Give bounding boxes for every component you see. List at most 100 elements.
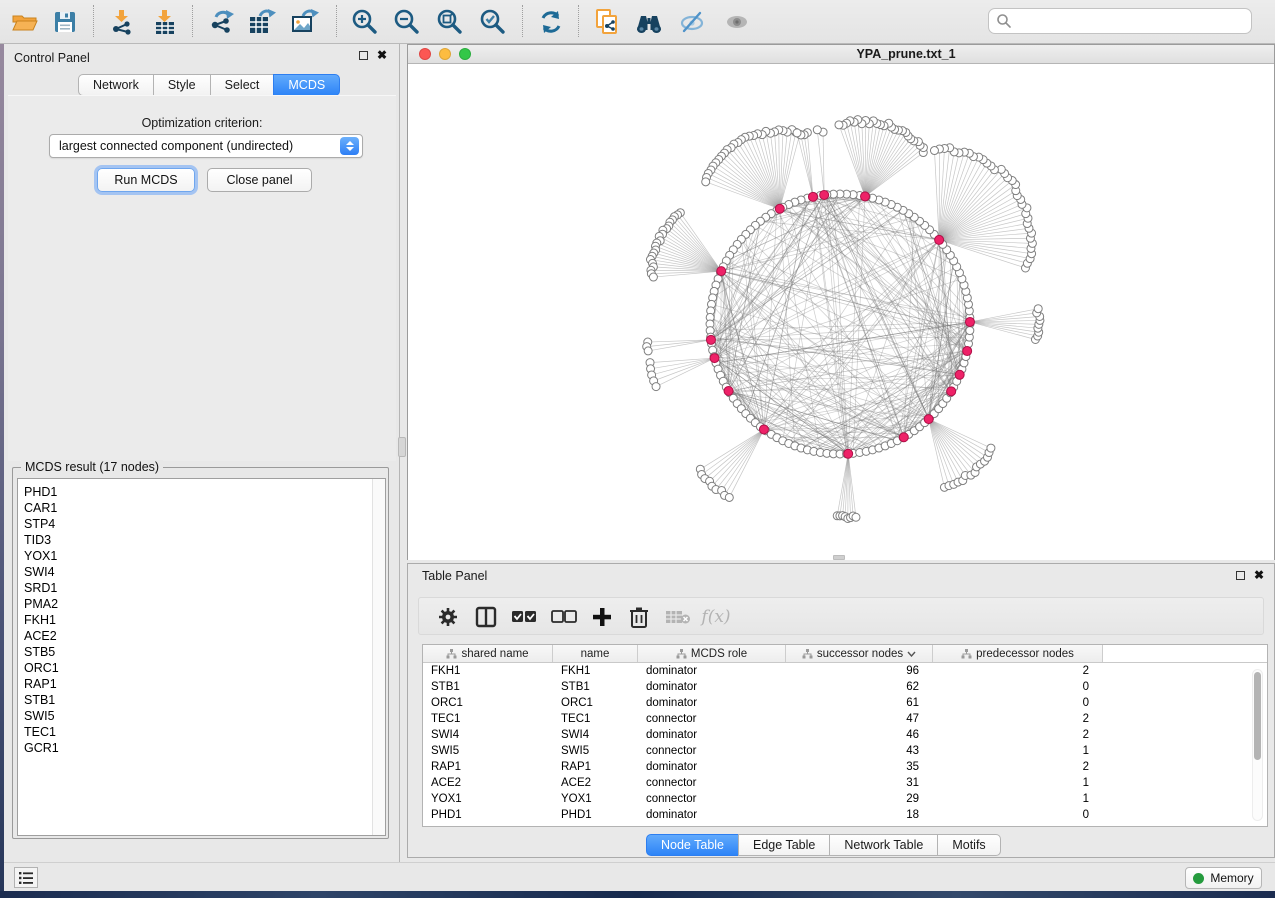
table-settings-icon[interactable] (433, 603, 463, 631)
network-hub-node[interactable] (947, 387, 956, 396)
network-hub-node[interactable] (706, 335, 715, 344)
minimize-window-icon[interactable] (439, 48, 451, 60)
add-row-icon[interactable] (587, 603, 617, 631)
network-hub-node[interactable] (963, 347, 972, 356)
maximize-window-icon[interactable] (459, 48, 471, 60)
close-table-panel-icon[interactable]: ✖ (1254, 570, 1264, 580)
save-session-icon[interactable] (48, 7, 82, 37)
column-header-name[interactable]: name (553, 645, 638, 662)
tab-style[interactable]: Style (153, 74, 211, 96)
network-canvas[interactable] (408, 64, 1274, 560)
optimization-criterion-select[interactable]: largest connected component (undirected) (49, 134, 363, 158)
export-table-icon[interactable] (245, 7, 279, 37)
node-table[interactable]: shared namenameMCDS rolesuccessor nodesp… (422, 644, 1268, 827)
zoom-in-icon[interactable] (348, 7, 382, 37)
task-history-button[interactable] (14, 867, 38, 888)
table-row[interactable]: SWI5SWI5connector431 (423, 743, 1267, 759)
tab-node-table[interactable]: Node Table (646, 834, 739, 856)
mcds-result-item[interactable]: ORC1 (18, 660, 385, 676)
search-input[interactable] (988, 8, 1252, 34)
function-builder-icon[interactable]: f(x) (701, 603, 731, 631)
network-hub-node[interactable] (724, 386, 733, 395)
export-image-icon[interactable] (288, 7, 322, 37)
first-neighbors-icon[interactable] (632, 7, 666, 37)
table-row[interactable]: TEC1TEC1connector472 (423, 711, 1267, 727)
table-row[interactable]: ORC1ORC1dominator610 (423, 695, 1267, 711)
delete-table-icon[interactable] (663, 603, 693, 631)
mcds-result-item[interactable]: RAP1 (18, 676, 385, 692)
zoom-fit-icon[interactable] (433, 7, 467, 37)
table-row[interactable]: ACE2ACE2connector311 (423, 775, 1267, 791)
tab-mcds[interactable]: MCDS (273, 74, 340, 96)
network-hub-node[interactable] (935, 235, 944, 244)
tab-network-table[interactable]: Network Table (829, 834, 938, 856)
network-hub-node[interactable] (775, 204, 784, 213)
close-panel-icon[interactable]: ✖ (377, 50, 387, 60)
table-row[interactable]: STB1STB1dominator620 (423, 679, 1267, 695)
close-window-icon[interactable] (419, 48, 431, 60)
copy-network-icon[interactable] (590, 7, 624, 37)
float-panel-icon[interactable] (359, 51, 368, 60)
network-hub-node[interactable] (965, 317, 974, 326)
select-all-icon[interactable] (509, 603, 539, 631)
import-network-icon[interactable] (105, 7, 139, 37)
network-hub-node[interactable] (759, 425, 768, 434)
show-all-icon[interactable] (720, 7, 754, 37)
mcds-result-item[interactable]: STB1 (18, 692, 385, 708)
tab-motifs[interactable]: Motifs (937, 834, 1000, 856)
mcds-result-item[interactable]: PMA2 (18, 596, 385, 612)
mcds-result-item[interactable]: STB5 (18, 644, 385, 660)
column-header-predecessor-nodes[interactable]: predecessor nodes (933, 645, 1103, 662)
tab-network[interactable]: Network (78, 74, 154, 96)
hide-selected-icon[interactable] (675, 7, 709, 37)
network-hub-node[interactable] (924, 415, 933, 424)
apply-layout-icon[interactable] (534, 7, 568, 37)
mcds-result-item[interactable]: SWI5 (18, 708, 385, 724)
mcds-result-item[interactable]: SWI4 (18, 564, 385, 580)
network-window-titlebar[interactable]: YPA_prune.txt_1 (408, 45, 1274, 64)
import-table-icon[interactable] (148, 7, 182, 37)
zoom-selected-icon[interactable] (476, 7, 510, 37)
mcds-result-item[interactable]: YOX1 (18, 548, 385, 564)
column-header-mcds-role[interactable]: MCDS role (638, 645, 786, 662)
network-hub-node[interactable] (710, 354, 719, 363)
network-hub-node[interactable] (844, 449, 853, 458)
horizontal-splitter-grip[interactable] (833, 555, 845, 560)
export-network-icon[interactable] (205, 7, 239, 37)
mcds-result-item[interactable]: ACE2 (18, 628, 385, 644)
mcds-result-list[interactable]: PHD1CAR1STP4TID3YOX1SWI4SRD1PMA2FKH1ACE2… (17, 478, 386, 836)
network-hub-node[interactable] (861, 192, 870, 201)
list-scrollbar[interactable] (372, 479, 385, 835)
network-hub-node[interactable] (717, 267, 726, 276)
splitter-handle[interactable] (398, 437, 406, 457)
close-panel-button[interactable]: Close panel (207, 168, 312, 192)
column-header-shared-name[interactable]: shared name (423, 645, 553, 662)
open-session-icon[interactable] (8, 7, 42, 37)
tab-edge-table[interactable]: Edge Table (738, 834, 830, 856)
table-row[interactable]: PHD1PHD1dominator180 (423, 807, 1267, 823)
table-scrollbar[interactable] (1252, 669, 1263, 821)
delete-row-icon[interactable] (624, 603, 654, 631)
mcds-result-item[interactable]: STP4 (18, 516, 385, 532)
mcds-result-item[interactable]: SRD1 (18, 580, 385, 596)
table-row[interactable]: YOX1YOX1connector291 (423, 791, 1267, 807)
table-row[interactable]: FKH1FKH1dominator962 (423, 663, 1267, 679)
network-hub-node[interactable] (899, 433, 908, 442)
float-table-panel-icon[interactable] (1236, 571, 1245, 580)
mcds-result-item[interactable]: TID3 (18, 532, 385, 548)
run-mcds-button[interactable]: Run MCDS (97, 168, 195, 192)
mcds-result-item[interactable]: GCR1 (18, 740, 385, 756)
network-hub-node[interactable] (820, 190, 829, 199)
network-hub-node[interactable] (955, 370, 964, 379)
mcds-result-item[interactable]: CAR1 (18, 500, 385, 516)
unselect-all-icon[interactable] (549, 603, 579, 631)
zoom-out-icon[interactable] (390, 7, 424, 37)
mcds-result-item[interactable]: FKH1 (18, 612, 385, 628)
network-hub-node[interactable] (808, 192, 817, 201)
memory-button[interactable]: Memory (1185, 867, 1262, 889)
mcds-result-item[interactable]: PHD1 (18, 484, 385, 500)
split-columns-icon[interactable] (471, 603, 501, 631)
table-row[interactable]: RAP1RAP1dominator352 (423, 759, 1267, 775)
tab-select[interactable]: Select (210, 74, 275, 96)
column-header-successor-nodes[interactable]: successor nodes (786, 645, 933, 662)
